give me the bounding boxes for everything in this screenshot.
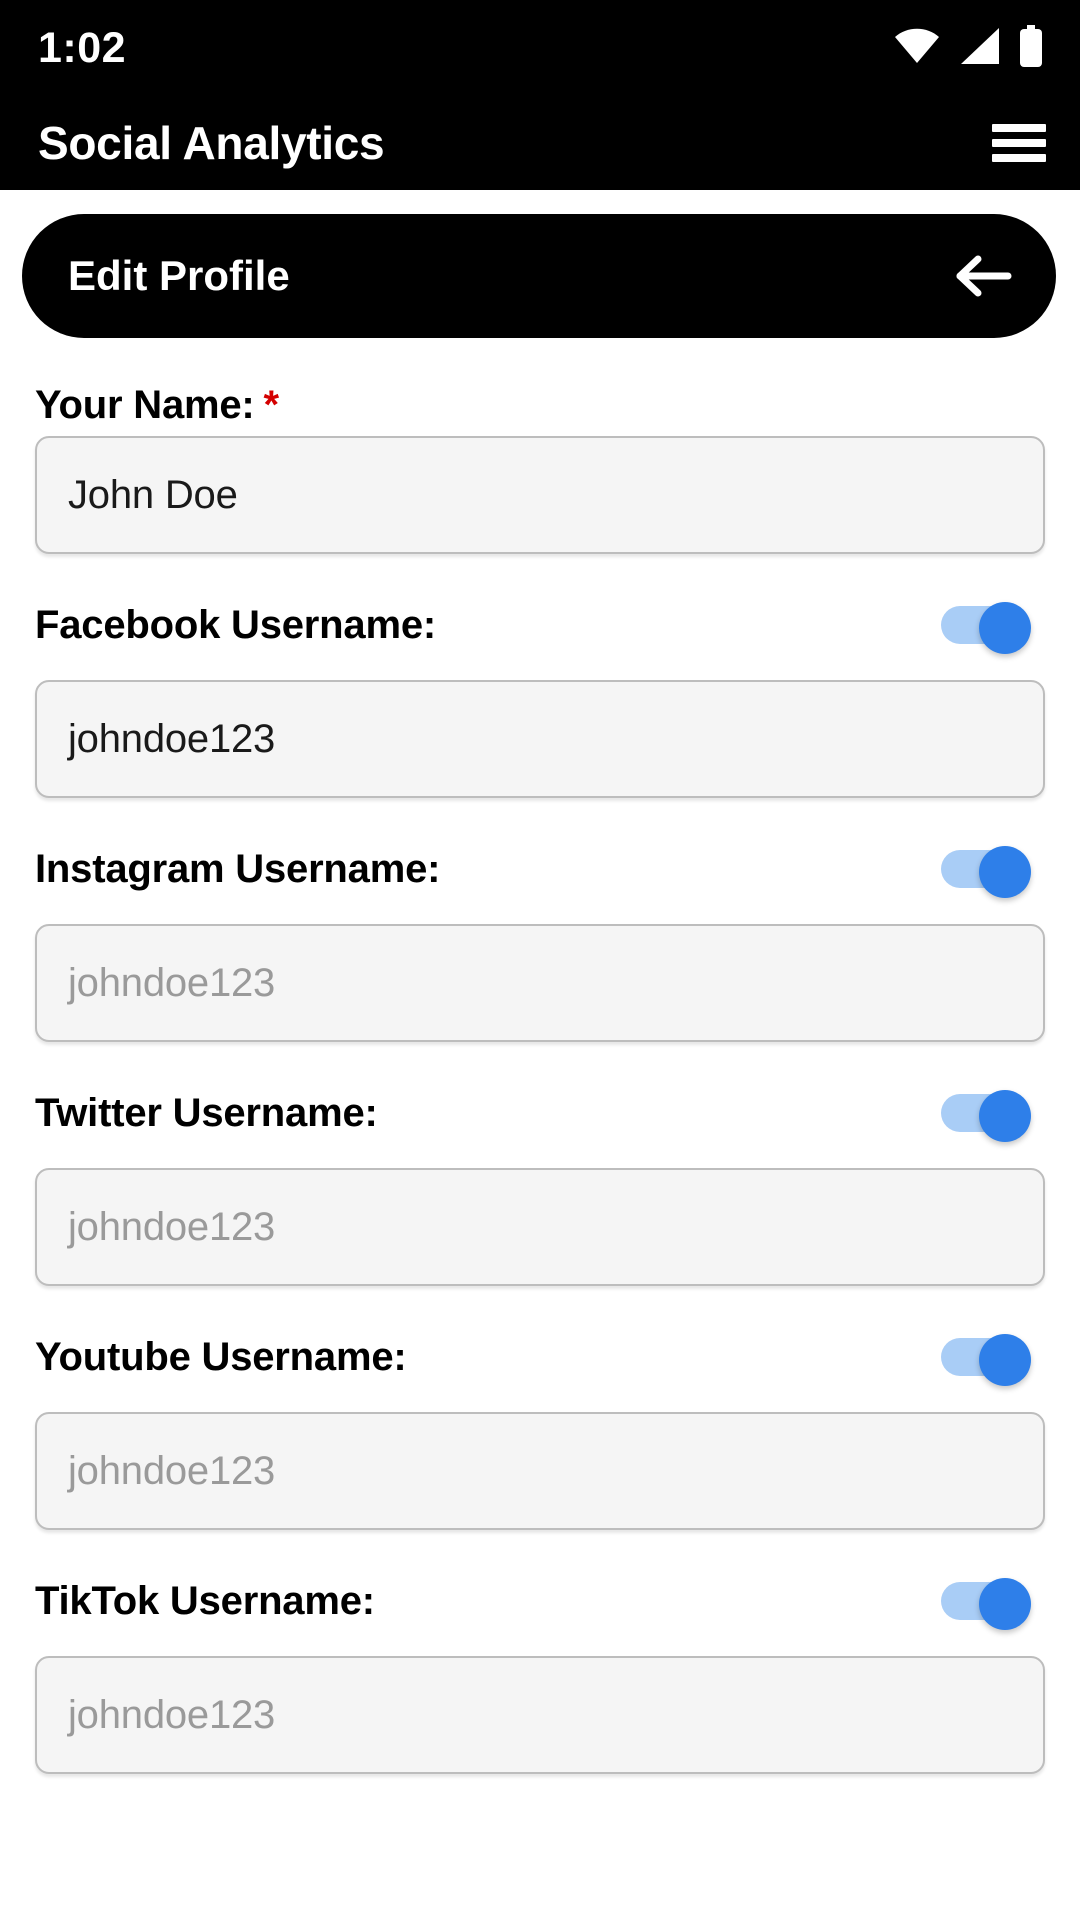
input-value-facebook-username: johndoe123 bbox=[68, 716, 276, 761]
field-label-row-youtube: Youtube Username: bbox=[35, 1326, 1045, 1388]
required-asterisk: * bbox=[263, 382, 280, 427]
cellular-signal-icon bbox=[957, 27, 1001, 70]
app-bar: Social Analytics bbox=[0, 96, 1080, 190]
input-placeholder-youtube-username: johndoe123 bbox=[68, 1448, 276, 1493]
battery-icon bbox=[1018, 24, 1044, 72]
toggle-instagram-username[interactable] bbox=[941, 846, 1031, 898]
status-bar-icons bbox=[894, 24, 1044, 72]
toggle-thumb bbox=[979, 1090, 1031, 1142]
input-value-your-name: John Doe bbox=[68, 472, 238, 517]
app-title: Social Analytics bbox=[38, 117, 385, 169]
input-placeholder-instagram-username: johndoe123 bbox=[68, 960, 276, 1005]
edit-profile-header-card: Edit Profile bbox=[22, 214, 1056, 338]
toggle-thumb bbox=[979, 1578, 1031, 1630]
edit-profile-form: Your Name: * John Doe Facebook Username: … bbox=[0, 338, 1080, 1774]
toggle-thumb bbox=[979, 602, 1031, 654]
field-label-row-twitter: Twitter Username: bbox=[35, 1082, 1045, 1144]
toggle-twitter-username[interactable] bbox=[941, 1090, 1031, 1142]
field-group-your-name: Your Name: * John Doe bbox=[0, 374, 1080, 554]
status-bar: 1:02 bbox=[0, 0, 1080, 96]
field-label-facebook-username: Facebook Username: bbox=[35, 602, 436, 647]
field-group-youtube-username: Youtube Username: johndoe123 bbox=[0, 1326, 1080, 1530]
input-your-name[interactable]: John Doe bbox=[35, 436, 1045, 554]
status-bar-clock: 1:02 bbox=[38, 23, 127, 72]
field-label-row-facebook: Facebook Username: bbox=[35, 594, 1045, 656]
field-group-facebook-username: Facebook Username: johndoe123 bbox=[0, 594, 1080, 798]
input-placeholder-twitter-username: johndoe123 bbox=[68, 1204, 276, 1249]
input-twitter-username[interactable]: johndoe123 bbox=[35, 1168, 1045, 1286]
input-facebook-username[interactable]: johndoe123 bbox=[35, 680, 1045, 798]
toggle-facebook-username[interactable] bbox=[941, 602, 1031, 654]
field-label-twitter-username: Twitter Username: bbox=[35, 1090, 378, 1135]
toggle-youtube-username[interactable] bbox=[941, 1334, 1031, 1386]
field-label-row-instagram: Instagram Username: bbox=[35, 838, 1045, 900]
field-label-tiktok-username: TikTok Username: bbox=[35, 1578, 375, 1623]
page-title: Edit Profile bbox=[68, 252, 290, 299]
hamburger-line bbox=[992, 154, 1046, 162]
field-label-youtube-username: Youtube Username: bbox=[35, 1334, 407, 1379]
field-label-your-name: Your Name: * bbox=[35, 382, 280, 427]
field-label-row-your-name: Your Name: * bbox=[35, 374, 1045, 436]
input-instagram-username[interactable]: johndoe123 bbox=[35, 924, 1045, 1042]
input-youtube-username[interactable]: johndoe123 bbox=[35, 1412, 1045, 1530]
wifi-icon bbox=[894, 28, 940, 69]
field-group-twitter-username: Twitter Username: johndoe123 bbox=[0, 1082, 1080, 1286]
hamburger-line bbox=[992, 124, 1046, 132]
arrow-left-icon[interactable] bbox=[956, 255, 1012, 297]
toggle-tiktok-username[interactable] bbox=[941, 1578, 1031, 1630]
input-placeholder-tiktok-username: johndoe123 bbox=[68, 1692, 276, 1737]
page-content: Edit Profile Your Name: * John Doe Faceb… bbox=[0, 214, 1080, 1920]
hamburger-line bbox=[992, 139, 1046, 147]
field-group-tiktok-username: TikTok Username: johndoe123 bbox=[0, 1570, 1080, 1774]
hamburger-menu-icon[interactable] bbox=[992, 122, 1046, 164]
input-tiktok-username[interactable]: johndoe123 bbox=[35, 1656, 1045, 1774]
field-label-instagram-username: Instagram Username: bbox=[35, 846, 441, 891]
toggle-thumb bbox=[979, 1334, 1031, 1386]
field-group-instagram-username: Instagram Username: johndoe123 bbox=[0, 838, 1080, 1042]
toggle-thumb bbox=[979, 846, 1031, 898]
field-label-row-tiktok: TikTok Username: bbox=[35, 1570, 1045, 1632]
